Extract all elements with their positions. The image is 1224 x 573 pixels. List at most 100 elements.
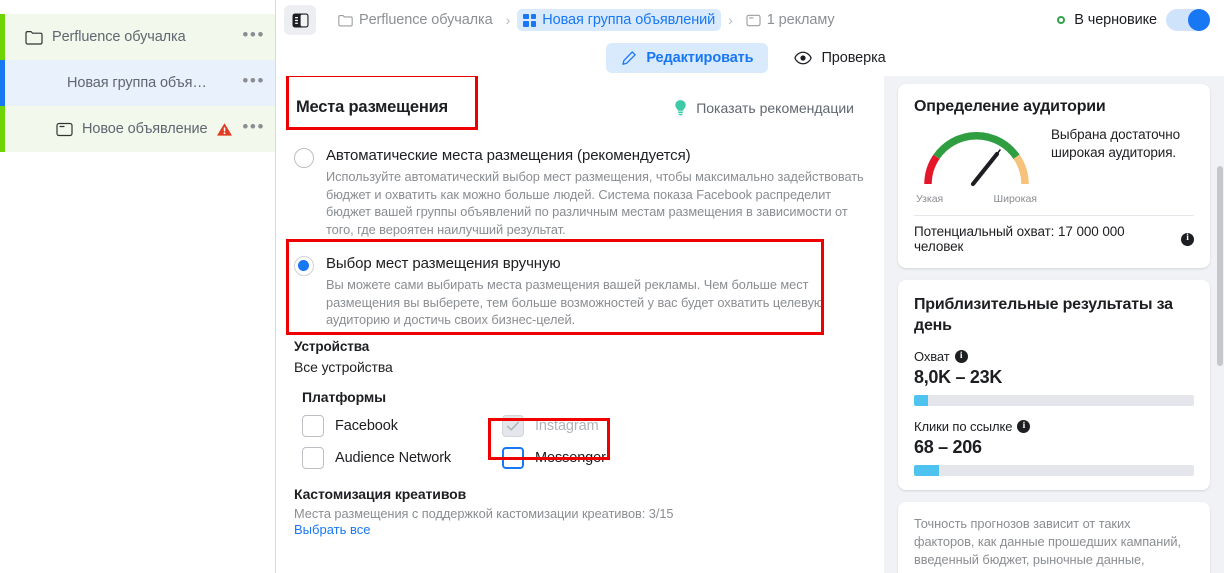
adset-more-menu[interactable]: •••: [242, 72, 265, 90]
customization-count: Места размещения с поддержкой кастомизац…: [294, 505, 674, 521]
platform-instagram[interactable]: Instagram: [502, 414, 868, 437]
top-bar: Perfluence обучалка › Новая группа объяв…: [276, 0, 1224, 40]
audience-card-title: Определение аудитории: [914, 98, 1106, 115]
audience-divider: [914, 215, 1194, 216]
ad-frame-icon: [55, 120, 73, 138]
content-area: Места размещения Показать рекомендации А…: [276, 76, 1224, 573]
platforms-grid: Facebook Instagram Audience Network Mess…: [276, 405, 868, 474]
nav-item-adset[interactable]: Новая группа объявле… •••: [0, 60, 275, 106]
instagram-label: Instagram: [535, 417, 599, 434]
gauge-left-label: Узкая: [916, 193, 944, 205]
breadcrumb: Perfluence обучалка › Новая группа объяв…: [332, 9, 841, 31]
folder-icon: [338, 14, 353, 26]
breadcrumb-campaign-label: Perfluence обучалка: [359, 12, 493, 28]
reach-metric-label: Охват: [914, 349, 950, 364]
manual-placements-radio[interactable]: [294, 256, 314, 276]
grid-icon: [523, 13, 537, 27]
side-panel-icon[interactable]: [284, 5, 316, 35]
reach-metric-label-row: Охват i: [914, 349, 1194, 364]
audience-network-label: Audience Network: [335, 449, 452, 466]
reach-progress-track: [914, 395, 1194, 406]
clicks-metric-value: 68 – 206: [914, 437, 982, 457]
right-panel-scrollbar[interactable]: [1217, 166, 1223, 366]
audience-gauge-area: Узкая Широкая Выбрана достаточно широкая…: [914, 126, 1194, 205]
option-automatic-placements[interactable]: Автоматические места размещения (рекомен…: [276, 140, 868, 238]
potential-reach: Потенциальный охват: 17 000 000 человек …: [914, 224, 1194, 254]
show-recommendations-button[interactable]: Показать рекомендации: [673, 99, 854, 116]
campaign-status-accent: [0, 14, 5, 60]
audience-network-checkbox[interactable]: [302, 446, 324, 469]
breadcrumb-separator-2: ›: [728, 12, 733, 28]
info-icon[interactable]: i: [1181, 232, 1194, 246]
edit-button-label: Редактировать: [646, 50, 754, 66]
clicks-metric-label: Клики по ссылке: [914, 419, 1013, 434]
ad-status-accent: [0, 106, 5, 152]
info-icon[interactable]: i: [954, 350, 968, 363]
audience-gauge: Узкая Широкая: [914, 126, 1039, 205]
placements-section-header: Места размещения Показать рекомендации: [276, 76, 868, 117]
right-summary-panel: Определение аудитории Узкая Широкая Выбр…: [884, 76, 1224, 573]
nav-item-adset-label: Новая группа объявле…: [67, 75, 207, 91]
results-card-title: Приблизительные результаты за день: [914, 296, 1173, 334]
customization-heading: Кастомизация креативов: [294, 485, 467, 502]
devices-value: Все устройства: [294, 358, 393, 375]
option-manual-placements[interactable]: Выбор мест размещения вручную Вы можете …: [276, 248, 868, 329]
platform-audience-network[interactable]: Audience Network: [302, 446, 502, 469]
breadcrumb-separator-1: ›: [505, 12, 511, 28]
select-all-link[interactable]: Выбрать все: [276, 521, 370, 537]
activation-toggle[interactable]: [1166, 9, 1210, 31]
platform-messenger[interactable]: Messenger: [502, 446, 868, 469]
breadcrumb-item-ad[interactable]: 1 рекламу: [740, 9, 841, 31]
facebook-label: Facebook: [335, 417, 398, 434]
nav-item-ad[interactable]: Новое объявление •••: [0, 106, 275, 152]
reach-metric-value: 8,0K – 23K: [914, 367, 1003, 387]
eye-icon: [794, 51, 813, 65]
platform-facebook[interactable]: Facebook: [302, 414, 502, 437]
audience-definition-card: Определение аудитории Узкая Широкая Выбр…: [898, 84, 1210, 268]
messenger-checkbox[interactable]: [502, 446, 524, 469]
manual-placements-description: Вы можете сами выбирать места размещения…: [326, 277, 824, 327]
placements-form: Места размещения Показать рекомендации А…: [276, 76, 884, 573]
nav-item-campaign[interactable]: Perfluence обучалка •••: [0, 14, 275, 60]
page-title: Места размещения: [296, 98, 448, 116]
breadcrumb-item-adset[interactable]: Новая группа объявлений: [517, 9, 722, 31]
ad-frame-icon: [746, 14, 761, 26]
ad-more-menu[interactable]: •••: [242, 118, 265, 136]
breadcrumb-adset-label: Новая группа объявлений: [542, 12, 716, 28]
main-content: Perfluence обучалка › Новая группа объяв…: [276, 0, 1224, 573]
forecast-disclaimer-text: Точность прогнозов зависит от таких факт…: [914, 516, 1181, 573]
potential-reach-label: Потенциальный охват: 17 000 000 человек: [914, 224, 1125, 254]
audience-note: Выбрана достаточно широкая аудитория.: [1051, 127, 1180, 160]
automatic-placements-radio[interactable]: [294, 148, 314, 168]
grid-icon: [40, 74, 58, 92]
status-area: В черновике: [1057, 0, 1210, 40]
left-navigation-panel: Perfluence обучалка ••• Новая группа объ…: [0, 0, 276, 573]
clicks-progress-fill: [914, 465, 940, 476]
check-button-label: Проверка: [821, 50, 886, 66]
breadcrumb-ad-label: 1 рекламу: [766, 12, 835, 28]
action-bar: Редактировать Проверка: [276, 40, 1224, 76]
forecast-disclaimer-card: Точность прогнозов зависит от таких факт…: [898, 502, 1210, 573]
automatic-placements-title: Автоматические места размещения (рекомен…: [326, 147, 691, 164]
facebook-checkbox[interactable]: [302, 414, 324, 437]
app-root: Perfluence обучалка ••• Новая группа объ…: [0, 0, 1224, 573]
automatic-placements-description: Используйте автоматический выбор мест ра…: [326, 169, 864, 237]
instagram-checkbox[interactable]: [502, 414, 524, 437]
devices-heading: Устройства: [294, 338, 370, 354]
nav-item-campaign-label: Perfluence обучалка: [52, 29, 186, 45]
gauge-right-label: Широкая: [993, 193, 1037, 205]
warning-icon: [216, 122, 233, 137]
gauge-labels: Узкая Широкая: [914, 193, 1039, 205]
status-badge: В черновике: [1074, 12, 1157, 28]
check-button[interactable]: Проверка: [786, 43, 893, 73]
adset-selected-accent: [0, 60, 5, 106]
pencil-icon: [622, 51, 637, 65]
edit-button[interactable]: Редактировать: [606, 43, 769, 73]
campaign-more-menu[interactable]: •••: [242, 26, 265, 44]
gauge-icon: [924, 132, 1029, 187]
automatic-placements-body: Автоматические места размещения (рекомен…: [326, 146, 868, 238]
info-icon[interactable]: i: [1017, 420, 1031, 433]
breadcrumb-item-campaign[interactable]: Perfluence обучалка: [332, 9, 499, 31]
clicks-metric-label-row: Клики по ссылке i: [914, 419, 1194, 434]
status-dot-icon: [1057, 16, 1066, 24]
